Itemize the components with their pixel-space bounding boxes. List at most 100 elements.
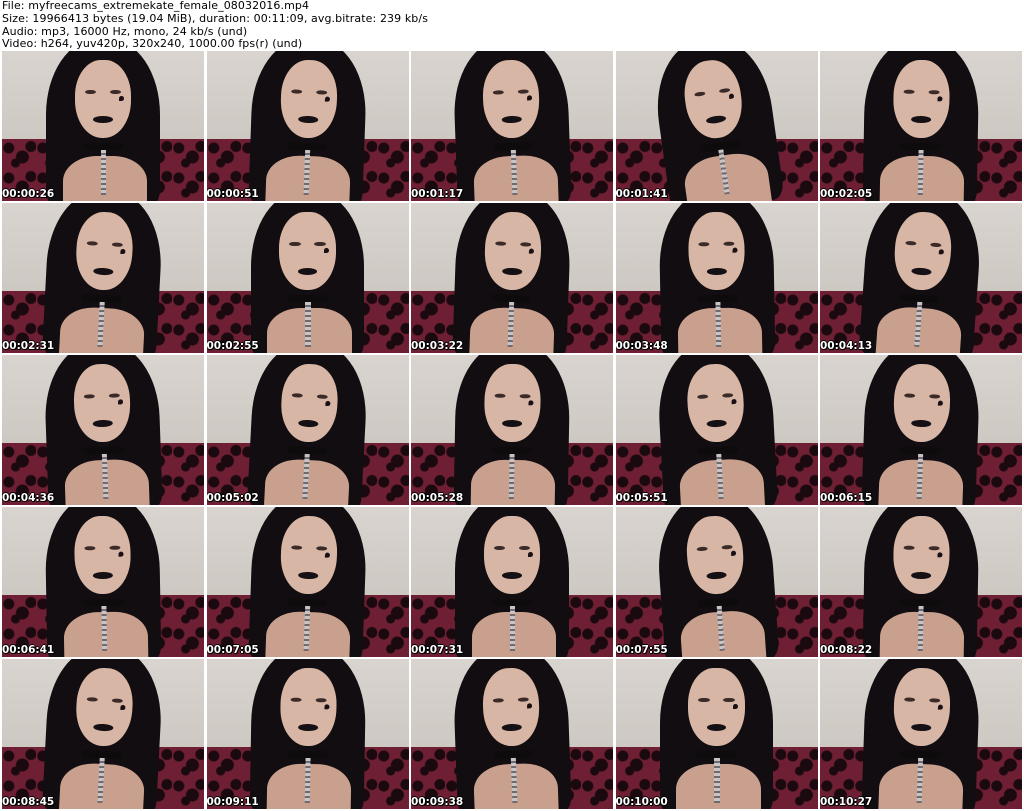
- eye-l-shape: [904, 393, 916, 399]
- eye-r-shape: [928, 697, 941, 703]
- eye-r-shape: [517, 89, 529, 95]
- eye-r-shape: [108, 393, 120, 399]
- thumbnail-grid: 00:00:26 00:00:51 00:01:17 00:01:41 00:02:05…: [2, 51, 1022, 809]
- frame-timestamp: 00:09:11: [206, 796, 259, 808]
- mark-shape: [120, 704, 127, 711]
- chain-shape: [917, 149, 924, 196]
- eye-r-shape: [111, 698, 123, 704]
- person-figure: [616, 51, 818, 201]
- video-frame-thumbnail: 00:01:41: [615, 51, 818, 201]
- frame-timestamp: 00:00:26: [2, 188, 55, 200]
- mark-shape: [118, 551, 125, 558]
- eye-r-shape: [720, 544, 733, 550]
- frame-timestamp: 00:07:05: [206, 644, 259, 656]
- chain-shape: [714, 758, 720, 803]
- video-frame-thumbnail: 00:02:31: [2, 203, 204, 353]
- eye-r-shape: [315, 89, 327, 95]
- video-frame-thumbnail: 00:00:26: [2, 51, 204, 201]
- eye-r-shape: [111, 242, 123, 248]
- eye-l-shape: [495, 241, 507, 247]
- person-figure: [207, 507, 409, 657]
- eye-r-shape: [723, 697, 735, 703]
- chain-shape: [100, 150, 107, 195]
- eye-l-shape: [492, 697, 505, 703]
- eye-l-shape: [693, 90, 706, 98]
- face-shape: [279, 667, 337, 747]
- video-frame-thumbnail: 00:02:55: [206, 203, 409, 353]
- frame-timestamp: 00:03:48: [615, 340, 668, 352]
- eye-l-shape: [291, 392, 303, 398]
- collar-shape: [82, 142, 124, 150]
- video-frame-thumbnail: 00:05:28: [411, 355, 613, 505]
- person-figure: [411, 51, 613, 201]
- mark-shape: [323, 247, 329, 254]
- face-shape: [279, 212, 336, 290]
- person-figure: [411, 203, 613, 353]
- frame-timestamp: 00:02:31: [2, 340, 55, 352]
- video-frame-thumbnail: 00:07:31: [411, 507, 613, 657]
- person-figure: [820, 507, 1022, 657]
- lips-shape: [93, 267, 114, 276]
- eye-r-shape: [718, 87, 731, 94]
- frame-timestamp: 00:02:05: [820, 188, 873, 200]
- frame-timestamp: 00:04:36: [2, 492, 55, 504]
- eye-l-shape: [696, 394, 709, 400]
- video-frame-thumbnail: 00:00:51: [206, 51, 409, 201]
- frame-timestamp: 00:01:41: [615, 188, 668, 200]
- eye-l-shape: [494, 393, 506, 399]
- person-figure: [2, 203, 204, 353]
- eye-l-shape: [86, 240, 99, 246]
- frame-timestamp: 00:00:51: [206, 188, 259, 200]
- file-name-line: File: myfreecams_extremekate_female_0803…: [2, 0, 310, 12]
- eye-r-shape: [519, 241, 532, 247]
- video-info-line: Video: h264, yuv420p, 320x240, 1000.00 f…: [2, 37, 303, 51]
- lips-shape: [706, 419, 726, 428]
- eye-l-shape: [290, 89, 302, 95]
- lips-shape: [911, 571, 931, 580]
- eye-l-shape: [84, 545, 96, 551]
- frame-timestamp: 00:08:45: [2, 796, 55, 808]
- video-frame-thumbnail: 00:07:05: [206, 507, 409, 657]
- mark-shape: [732, 703, 738, 710]
- lips-shape: [706, 267, 727, 276]
- frame-timestamp: 00:06:15: [820, 492, 873, 504]
- mark-shape: [937, 96, 944, 102]
- lips-shape: [297, 268, 318, 276]
- eye-r-shape: [314, 241, 326, 247]
- person-figure: [207, 355, 409, 505]
- mark-shape: [528, 551, 534, 558]
- chain-shape: [303, 149, 310, 196]
- eye-r-shape: [929, 242, 942, 248]
- eye-l-shape: [84, 89, 97, 95]
- video-frame-thumbnail: 00:06:15: [820, 355, 1022, 505]
- eye-r-shape: [315, 545, 327, 551]
- eye-l-shape: [86, 696, 99, 702]
- lips-shape: [297, 571, 318, 580]
- person-figure: [616, 507, 818, 657]
- eye-r-shape: [517, 697, 529, 703]
- video-frame-thumbnail: 00:10:00: [615, 659, 818, 809]
- mark-shape: [119, 95, 125, 102]
- video-frame-thumbnail: 00:08:45: [2, 659, 204, 809]
- eye-r-shape: [519, 393, 531, 399]
- lips-shape: [93, 116, 113, 124]
- mark-shape: [118, 399, 124, 405]
- eye-r-shape: [721, 392, 733, 398]
- face-shape: [73, 515, 132, 595]
- eye-l-shape: [903, 545, 915, 551]
- video-frame-thumbnail: 00:06:41: [2, 507, 204, 657]
- lips-shape: [502, 419, 522, 428]
- mark-shape: [527, 703, 533, 709]
- mark-shape: [732, 247, 738, 254]
- eye-r-shape: [315, 394, 328, 400]
- lips-shape: [93, 723, 114, 732]
- person-figure: [820, 203, 1022, 353]
- lips-shape: [502, 723, 522, 732]
- video-frame-thumbnail: 00:07:55: [615, 507, 818, 657]
- mark-shape: [728, 93, 735, 100]
- lips-shape: [93, 571, 113, 580]
- person-figure: [411, 659, 613, 809]
- person-figure: [2, 51, 204, 201]
- video-frame-thumbnail: 00:03:48: [615, 203, 818, 353]
- eye-l-shape: [695, 546, 708, 552]
